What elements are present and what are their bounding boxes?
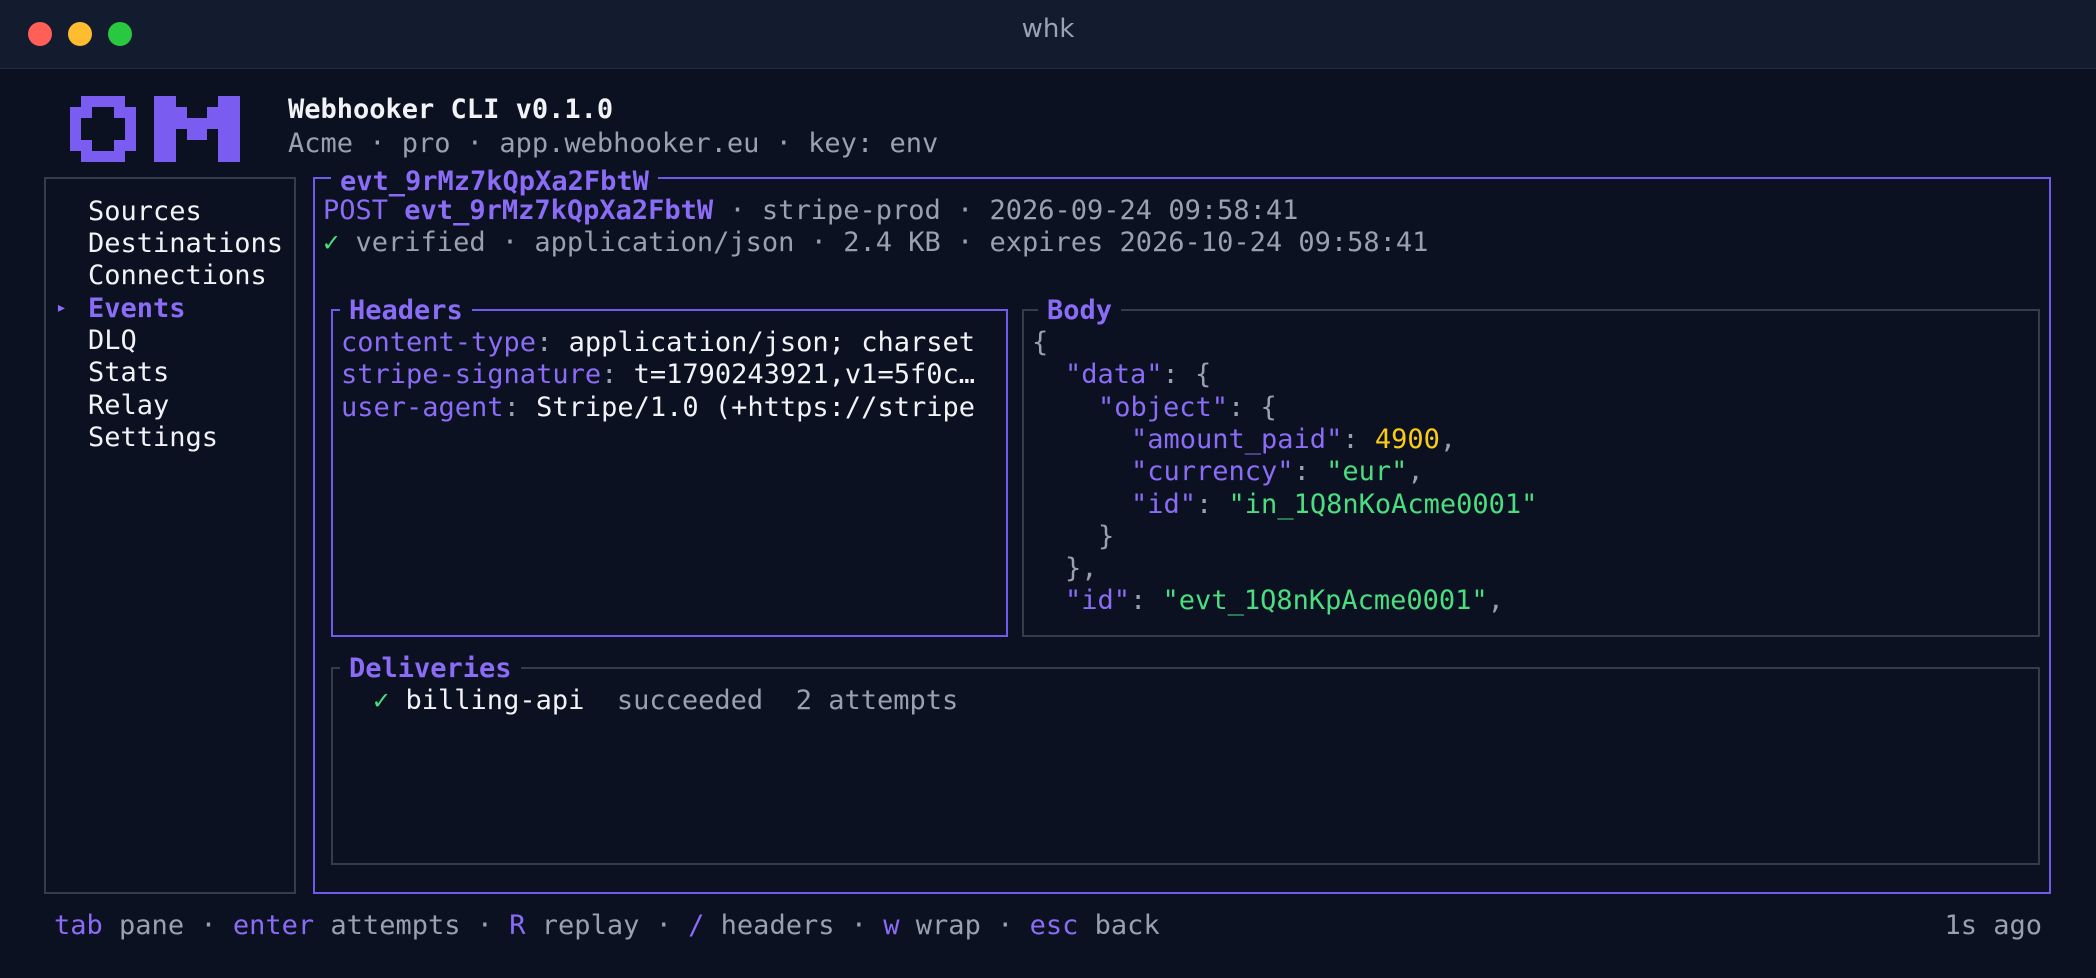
body-panel-title: Body (1038, 295, 1122, 326)
json-line: "amount_paid": 4900, (1131, 424, 1457, 455)
hint-key: esc (1029, 910, 1079, 941)
json-line: "data": { (1065, 359, 1212, 390)
deliveries-panel[interactable]: ✓ billing-api succeeded 2 attempts (331, 667, 2040, 865)
verified-check-icon: ✓ (323, 227, 340, 258)
event-frame-title: evt_9rMz7kQpXa2FbtW (331, 166, 658, 197)
hint-key: w (883, 910, 900, 941)
hint-separator: · (997, 910, 1014, 941)
window-title: whk (1021, 14, 1075, 44)
header-row: user-agent: Stripe/1.0 (+https://stripe (341, 392, 975, 423)
json-line: "object": { (1098, 392, 1277, 423)
json-line: } (1098, 521, 1115, 552)
hint-label: back (1094, 910, 1160, 941)
event-status-text: verified · application/json · 2.4 KB · e… (355, 227, 1429, 258)
hint-key: enter (232, 910, 315, 941)
delivery-row[interactable]: ✓ billing-api succeeded 2 attempts (373, 685, 958, 716)
hint-label: wrap (915, 910, 981, 941)
deliveries-panel-title: Deliveries (340, 653, 521, 684)
delivery-attempts: 2 attempts (795, 685, 959, 716)
app-title: Webhooker CLI v0.1.0 (288, 94, 614, 125)
header-value: Stripe/1.0 (+https://stripe (536, 392, 975, 423)
hint-label: replay (541, 910, 640, 941)
last-refreshed: 1s ago (1944, 910, 2042, 941)
json-line: "currency": "eur", (1131, 456, 1424, 487)
hint-separator: · (655, 910, 672, 941)
hint-key: tab (54, 910, 103, 941)
hint-label: headers (720, 910, 835, 941)
event-detail-pane[interactable]: evt_9rMz7kQpXa2FbtW POST evt_9rMz7kQpXa2… (313, 166, 2051, 894)
active-marker-icon: ▸ (56, 297, 67, 318)
hint-separator: · (476, 910, 493, 941)
headers-panel[interactable]: content-type: application/json; charset … (331, 309, 1008, 637)
hint-key: R (509, 910, 526, 941)
hint-separator: · (200, 910, 217, 941)
header-value: application/json; charset (568, 327, 975, 358)
hint-separator: · (850, 910, 867, 941)
keybinding-hints: tab pane · enter attempts · R replay · /… (54, 910, 1160, 941)
sidebar-item-relay[interactable]: Relay (88, 390, 169, 421)
event-status: ✓ verified · application/json · 2.4 KB ·… (323, 227, 1428, 258)
event-summary: POST evt_9rMz7kQpXa2FbtW · stripe-prod ·… (323, 195, 1298, 226)
sidebar-item-dlq[interactable]: DLQ (88, 325, 137, 356)
hint-label: pane (119, 910, 185, 941)
body-panel[interactable]: { "data": { "object": { "amount_paid": 4… (1022, 309, 2040, 637)
sidebar-item-connections[interactable]: Connections (88, 260, 267, 291)
hint-key: / (688, 910, 705, 941)
event-id: evt_9rMz7kQpXa2FbtW (404, 195, 714, 226)
json-line: "id": "in_1Q8nKoAcme0001" (1131, 489, 1538, 520)
account-info: Acme · pro · app.webhooker.eu · key: env (288, 128, 939, 159)
json-line: "id": "evt_1Q8nKpAcme0001", (1065, 585, 1504, 616)
header-key: content-type (341, 327, 537, 358)
sidebar-item-settings[interactable]: Settings (88, 422, 218, 453)
sidebar-item-events[interactable]: Events (88, 293, 186, 324)
sidebar: Sources Destinations Connections ▸ Event… (44, 177, 296, 894)
json-line: }, (1065, 553, 1098, 584)
event-source-time: · stripe-prod · 2026-09-24 09:58:41 (729, 195, 1299, 226)
headers-panel-title: Headers (340, 295, 472, 326)
hint-label: attempts (330, 910, 461, 941)
header-row: stripe-signature: t=1790243921,v1=5f0c… (341, 359, 975, 390)
sidebar-item-destinations[interactable]: Destinations (88, 228, 283, 259)
header-key: user-agent (341, 392, 504, 423)
sidebar-item-stats[interactable]: Stats (88, 357, 169, 388)
http-method: POST (323, 195, 389, 226)
header-key: stripe-signature (341, 359, 602, 390)
window-titlebar: whk (0, 0, 2096, 69)
webhooker-logo (70, 96, 240, 162)
json-line: { (1032, 327, 1049, 358)
header-value: t=1790243921,v1=5f0c… (633, 359, 975, 390)
delivery-status: succeeded (616, 685, 764, 716)
sidebar-item-sources[interactable]: Sources (88, 196, 202, 227)
success-check-icon: ✓ (373, 685, 390, 716)
delivery-destination: billing-api (405, 685, 585, 716)
header-row: content-type: application/json; charset (341, 327, 975, 358)
